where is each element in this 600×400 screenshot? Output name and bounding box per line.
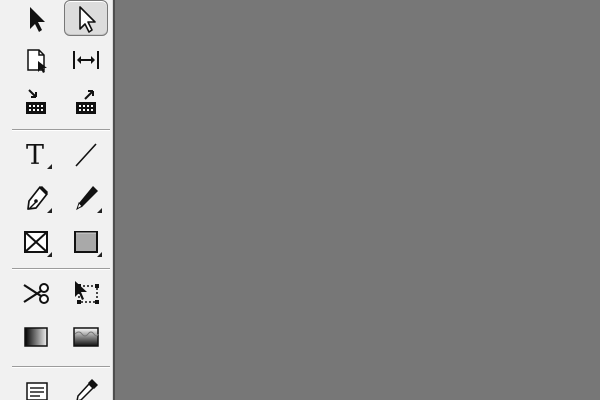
collector-icon xyxy=(26,89,46,114)
pencil-tool-flyout-icon xyxy=(97,208,102,213)
tool-row-note xyxy=(0,373,113,400)
eyedropper-icon xyxy=(76,379,98,400)
toolbar-divider xyxy=(12,366,110,367)
selection-tool-button[interactable] xyxy=(14,0,58,36)
pen-tool-button[interactable] xyxy=(14,180,58,216)
rectangle-tool-flyout-icon xyxy=(97,252,102,257)
direct-selection-tool-button[interactable] xyxy=(64,0,108,36)
gradient-swatch-tool-button[interactable] xyxy=(14,319,58,355)
note-tool-button[interactable] xyxy=(14,373,58,400)
eyedropper-tool-button[interactable] xyxy=(64,373,108,400)
type-tool-button[interactable]: T xyxy=(14,136,58,172)
rectangle-tool-button[interactable] xyxy=(64,224,108,260)
pencil-tool-button[interactable] xyxy=(64,180,108,216)
black-arrow-icon xyxy=(30,7,45,32)
app-window: T xyxy=(0,0,600,400)
tool-row-pen xyxy=(0,180,113,224)
gradient-icon xyxy=(24,327,48,347)
tool-row-type: T xyxy=(0,136,113,180)
page-tool-button[interactable] xyxy=(14,42,58,78)
tool-row-transform xyxy=(0,275,113,319)
gradient-feather-tool-button[interactable] xyxy=(64,319,108,355)
free-transform-tool-button[interactable] xyxy=(64,275,108,311)
note-icon xyxy=(26,382,48,400)
frame-tool-flyout-icon xyxy=(47,252,52,257)
tool-row-gradient xyxy=(0,319,113,363)
type-tool-flyout-icon xyxy=(47,164,52,169)
content-placer-tool-button[interactable] xyxy=(64,84,108,120)
tool-row-page xyxy=(0,42,113,86)
placer-icon xyxy=(76,90,96,114)
toolbar-divider xyxy=(12,129,110,130)
transform-icon xyxy=(75,281,99,304)
content-collector-tool-button[interactable] xyxy=(14,84,58,120)
gap-tool-button[interactable] xyxy=(64,42,108,78)
scissors-tool-button[interactable] xyxy=(14,275,58,311)
pasteboard-canvas[interactable] xyxy=(115,0,600,400)
feather-icon xyxy=(73,327,99,347)
page-icon xyxy=(27,49,47,73)
tool-row-collector xyxy=(0,84,113,128)
rectangle-frame-tool-button[interactable] xyxy=(14,224,58,260)
scissors-icon xyxy=(23,283,49,304)
line-tool-button[interactable] xyxy=(64,136,108,172)
tool-row-frame xyxy=(0,224,113,268)
tool-row-selection xyxy=(0,0,113,44)
white-arrow-icon xyxy=(79,6,96,33)
toolbar-divider xyxy=(12,268,110,269)
gap-icon xyxy=(73,51,99,69)
pen-tool-flyout-icon xyxy=(47,208,52,213)
tools-panel: T xyxy=(0,0,115,400)
line-icon xyxy=(75,143,97,167)
svg-text:T: T xyxy=(26,140,44,171)
